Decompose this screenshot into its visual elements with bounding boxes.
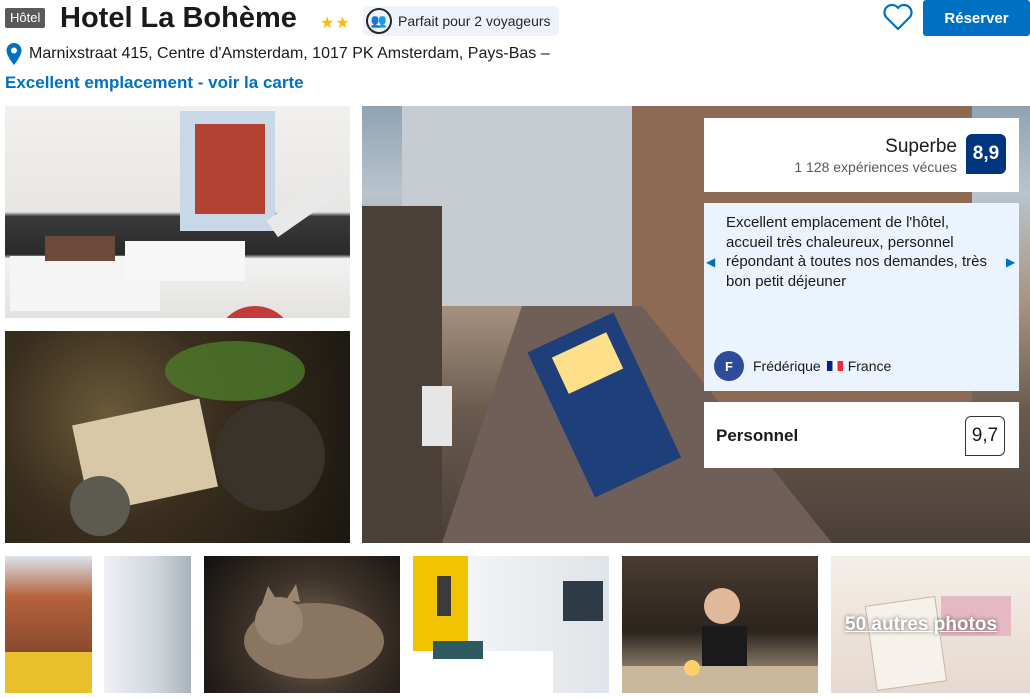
reviewer-avatar: F — [714, 351, 744, 381]
cat-illustration — [244, 584, 384, 679]
photo-room[interactable] — [5, 106, 350, 318]
traveler-fit-pill: 👥 Parfait pour 2 voyageurs — [363, 6, 559, 36]
room-illustration — [10, 111, 350, 318]
thumb-bedroom[interactable] — [413, 556, 609, 693]
map-link[interactable]: Excellent emplacement - voir la carte — [5, 73, 304, 93]
thumb-cat[interactable] — [204, 556, 400, 693]
score-word: Superbe — [885, 136, 957, 157]
star-rating: ★★ — [320, 15, 351, 32]
address-text: Marnixstraat 415, Centre d'Amsterdam, 10… — [29, 45, 550, 62]
bedroom-illustration — [413, 576, 603, 693]
two-travelers-icon: 👥 — [366, 8, 392, 34]
category-score-card[interactable]: Personnel 9,7 — [704, 402, 1019, 468]
save-heart-icon[interactable] — [882, 2, 914, 32]
detail-illustration — [70, 341, 325, 536]
hotel-title: Hotel La Bohème — [60, 2, 297, 34]
bar-illustration — [622, 588, 818, 693]
review-text: Excellent emplacement de l'hôtel, accuei… — [726, 214, 988, 290]
prev-review-icon[interactable]: ◀ — [706, 255, 716, 269]
photo-detail[interactable] — [5, 331, 350, 543]
category-label: Personnel — [716, 426, 799, 445]
score-card[interactable]: Superbe 1 128 expériences vécues 8,9 — [704, 118, 1019, 192]
thumb-facade[interactable] — [5, 556, 92, 693]
reserve-button[interactable]: Réserver — [923, 0, 1030, 36]
thumb-bathroom[interactable] — [104, 556, 191, 693]
reviewer-name: Frédérique — [753, 358, 821, 374]
review-count: 1 128 expériences vécues — [794, 159, 957, 175]
more-photos-link[interactable]: 50 autres photos — [845, 614, 997, 636]
next-review-icon[interactable]: ▶ — [1006, 255, 1016, 269]
traveler-fit-label: Parfait pour 2 voyageurs — [398, 13, 551, 29]
reviewer-country: France — [847, 358, 892, 374]
thumb-bar-staff[interactable] — [622, 556, 818, 693]
category-score: 9,7 — [965, 416, 1005, 456]
property-type-badge: Hôtel — [5, 8, 46, 28]
review-card: ◀ Excellent emplacement de l'hôtel, accu… — [704, 203, 1019, 391]
reviewer-info: F Frédérique France — [714, 351, 891, 381]
address-row: Marnixstraat 415, Centre d'Amsterdam, 10… — [5, 42, 550, 66]
map-pin-icon — [6, 43, 22, 65]
france-flag-icon — [826, 361, 843, 371]
score-badge: 8,9 — [966, 134, 1006, 174]
